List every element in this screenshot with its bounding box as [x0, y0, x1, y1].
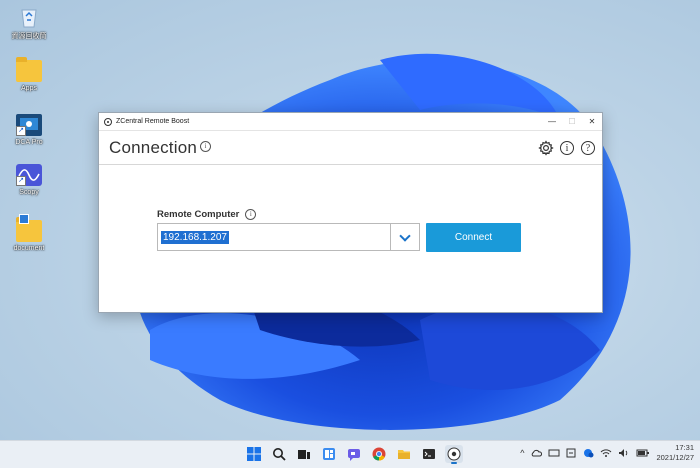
about-button[interactable]: i: [559, 140, 575, 156]
chrome-button[interactable]: [370, 445, 388, 463]
task-view-button[interactable]: [295, 445, 313, 463]
window-title: ZCentral Remote Boost: [116, 118, 190, 125]
start-icon: [247, 447, 261, 461]
recycle-bin-icon: [20, 6, 38, 28]
search-icon: [273, 448, 286, 461]
taskbar: ^ 17:31 2021/12/27: [0, 440, 700, 468]
chat-button[interactable]: [345, 445, 363, 463]
remote-computer-combobox[interactable]: 192.168.1.207: [157, 223, 420, 251]
minimize-button[interactable]: —: [542, 117, 562, 126]
page-title: Connection: [109, 137, 198, 157]
app-icon: [104, 117, 112, 126]
zcentral-button[interactable]: [445, 445, 463, 464]
folder-icon: [16, 214, 42, 242]
widgets-icon: [323, 448, 335, 460]
widgets-button[interactable]: [320, 445, 338, 463]
show-hidden-icons-button[interactable]: ^: [520, 448, 524, 458]
info-circle-icon: i: [560, 140, 574, 155]
desktop-icon-label: DCA Pro: [15, 139, 43, 146]
remote-computer-input[interactable]: 192.168.1.207: [158, 224, 390, 250]
desktop-icon-scopy[interactable]: ↗ Scopy: [8, 164, 50, 196]
desktop-icon-label: Scopy: [19, 189, 39, 196]
page-header: Connection i i ?: [99, 131, 602, 165]
desktop-icon-label: 資源回收筒: [11, 33, 47, 40]
terminal-button[interactable]: [420, 445, 438, 463]
app-shortcut-icon: ↗: [16, 114, 42, 136]
connect-button[interactable]: Connect: [426, 223, 521, 252]
app-window: ZCentral Remote Boost — ☐ ✕ Connection i…: [98, 112, 603, 313]
cloud-icon[interactable]: [530, 448, 543, 458]
chat-bubble-icon[interactable]: [582, 448, 594, 458]
info-icon[interactable]: i: [200, 141, 212, 152]
desktop-icon-label: document: [13, 245, 45, 252]
task-view-icon: [298, 450, 310, 459]
remote-computer-value: 192.168.1.207: [161, 230, 229, 244]
volume-icon[interactable]: [618, 448, 630, 458]
search-button[interactable]: [270, 445, 288, 463]
info-icon[interactable]: i: [245, 209, 257, 220]
keyboard-icon[interactable]: [548, 448, 560, 458]
input-method-icon[interactable]: [566, 448, 576, 458]
battery-icon[interactable]: [636, 448, 650, 458]
start-button[interactable]: [245, 445, 263, 463]
dropdown-button[interactable]: [390, 224, 419, 250]
remote-computer-label: Remote Computer: [157, 209, 240, 220]
file-explorer-button[interactable]: [395, 445, 413, 463]
clock-time: 17:31: [675, 443, 694, 452]
help-icon: ?: [581, 140, 595, 155]
gear-icon: [538, 139, 554, 156]
system-tray: ^ 17:31 2021/12/27: [520, 443, 694, 463]
close-button[interactable]: ✕: [582, 117, 602, 126]
file-explorer-icon: [398, 450, 410, 459]
settings-button[interactable]: [538, 139, 554, 156]
desktop-icon-recycle-bin[interactable]: 資源回收筒: [8, 6, 50, 41]
desktop-icon-label: Apps: [21, 85, 37, 92]
terminal-icon: [423, 449, 435, 459]
taskbar-apps: [245, 445, 463, 464]
title-bar[interactable]: ZCentral Remote Boost — ☐ ✕: [99, 113, 602, 131]
clock-date: 2021/12/27: [656, 453, 694, 462]
folder-icon: [16, 57, 42, 82]
chrome-icon: [372, 447, 386, 461]
zcentral-icon: [447, 447, 461, 461]
app-shortcut-icon: ↗: [16, 164, 42, 186]
desktop-icon-document[interactable]: document: [8, 214, 50, 252]
desktop-icon-apps[interactable]: Apps: [8, 57, 50, 92]
maximize-button[interactable]: ☐: [562, 117, 582, 126]
wifi-icon[interactable]: [600, 448, 612, 458]
chevron-down-icon: [399, 229, 411, 242]
clock[interactable]: 17:31 2021/12/27: [656, 443, 694, 463]
desktop-icon-dca-pro[interactable]: ↗ DCA Pro: [8, 114, 50, 146]
help-button[interactable]: ?: [580, 140, 596, 156]
chat-icon: [348, 449, 360, 461]
header-tools: i ?: [538, 139, 602, 156]
connection-form: Remote Computer i 192.168.1.207 Connect: [157, 209, 521, 252]
